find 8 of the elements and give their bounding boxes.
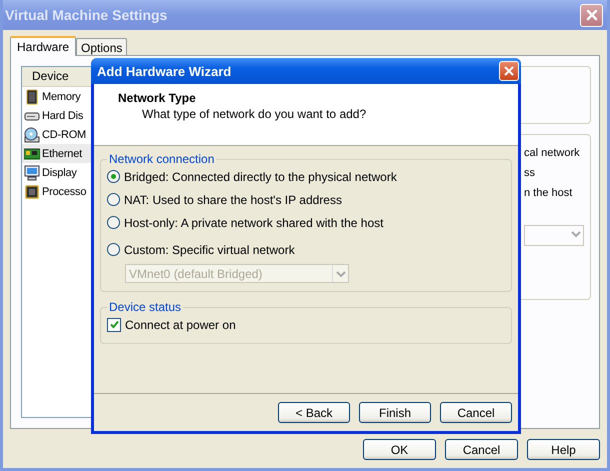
window-title: Virtual Machine Settings: [5, 7, 168, 23]
option-label: cal network: [524, 147, 581, 159]
page-subtitle: What type of network do you want to add?: [141, 107, 368, 121]
page-heading: Network Type: [118, 91, 197, 105]
option-label: ss: [524, 167, 536, 179]
group-title: Network connection: [108, 152, 216, 166]
group-title: Device status: [108, 300, 182, 314]
option-label: n the host: [524, 187, 574, 199]
